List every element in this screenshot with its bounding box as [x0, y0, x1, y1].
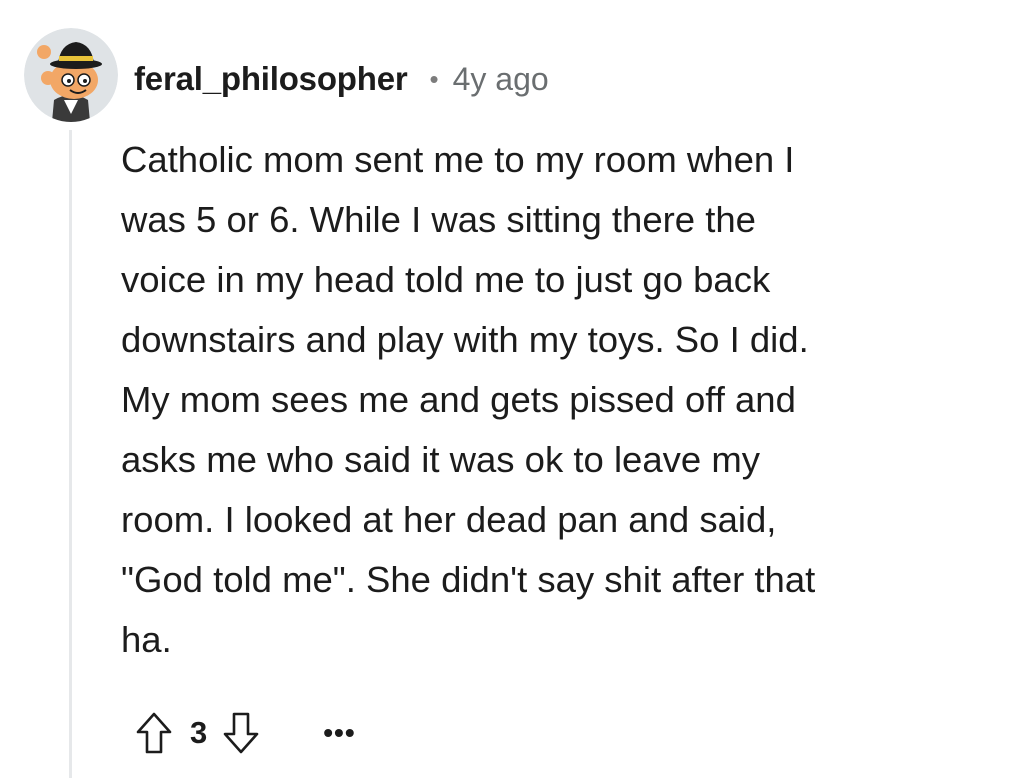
comment-body-line: asks me who said it was ok to leave my: [121, 439, 760, 480]
upvote-arrow-icon: [136, 712, 172, 754]
comment-body-line: "God told me". She didn't say shit after…: [121, 559, 816, 600]
vote-score: 3: [190, 715, 208, 750]
comment-header: feral_philosopher • 4y ago: [134, 54, 549, 104]
comment-timestamp[interactable]: 4y ago: [453, 61, 549, 98]
username-link[interactable]: feral_philosopher: [134, 60, 408, 98]
comment-body-line: downstairs and play with my toys. So I d…: [121, 319, 809, 360]
meta-separator: •: [429, 63, 439, 94]
comment-body-line: My mom sees me and gets pissed off and: [121, 379, 796, 420]
upvote-button[interactable]: [132, 708, 176, 758]
comment: feral_philosopher • 4y ago Catholic mom …: [0, 0, 1012, 778]
comment-body-line: was 5 or 6. While I was sitting there th…: [121, 199, 756, 240]
snoo-avatar-icon: [24, 28, 118, 122]
more-options-button[interactable]: •••: [323, 719, 355, 747]
user-avatar[interactable]: [24, 28, 118, 122]
thread-collapse-line[interactable]: [69, 130, 72, 778]
comment-actions: 3 •••: [132, 703, 356, 763]
comment-body-line: Catholic mom sent me to my room when I: [121, 139, 795, 180]
comment-body-line: room. I looked at her dead pan and said,: [121, 499, 777, 540]
downvote-button[interactable]: [219, 708, 263, 758]
comment-body: Catholic mom sent me to my room when I w…: [121, 130, 991, 670]
comment-body-line: voice in my head told me to just go back: [121, 259, 771, 300]
comment-body-line: ha.: [121, 619, 172, 660]
downvote-arrow-icon: [223, 712, 259, 754]
